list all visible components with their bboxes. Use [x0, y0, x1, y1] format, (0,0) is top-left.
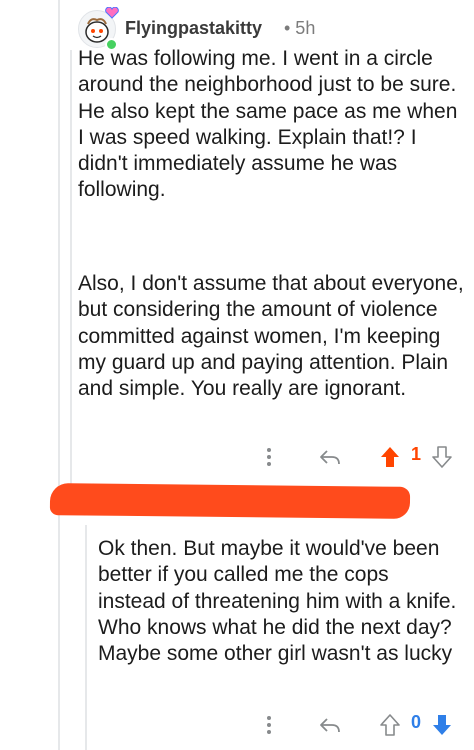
comment-paragraph: He was following me. I went in a circle … [78, 47, 458, 202]
more-vertical-icon [267, 716, 271, 734]
redacted-username [49, 483, 411, 519]
more-vertical-icon [267, 448, 271, 466]
vote-count: 0 [411, 712, 422, 732]
comment-paragraph: Also, I don't assume that about everyone… [78, 272, 464, 401]
more-options-button[interactable] [262, 442, 276, 472]
reply-text: Ok then. But maybe it would've been bett… [98, 537, 457, 666]
reply-arrow-icon [320, 718, 340, 733]
reply-arrow-icon [320, 450, 340, 465]
upvote-arrow-icon [381, 447, 399, 467]
reply-action-bar: 0 [78, 710, 468, 740]
reply-button[interactable] [316, 710, 344, 740]
downvote-button[interactable] [430, 442, 454, 472]
downvote-arrow-icon [432, 446, 452, 468]
thread-line [58, 0, 60, 750]
upvote-button[interactable] [378, 442, 402, 472]
username[interactable]: Flyingpastakitty [125, 18, 262, 39]
more-options-button[interactable] [262, 710, 276, 740]
thread-line [70, 50, 72, 490]
reply-button[interactable] [316, 442, 344, 472]
comment-header: Flyingpastakitty • 5h [78, 7, 474, 51]
upvote-button[interactable] [378, 710, 402, 740]
comment-action-bar: 1 [78, 442, 468, 472]
heart-badge-icon [105, 7, 119, 19]
comment-timestamp: • 5h [284, 18, 316, 38]
avatar[interactable] [78, 7, 119, 51]
downvote-arrow-icon [433, 715, 451, 735]
upvote-arrow-icon [380, 714, 400, 736]
downvote-button[interactable] [430, 710, 454, 740]
vote-count: 1 [411, 444, 422, 464]
